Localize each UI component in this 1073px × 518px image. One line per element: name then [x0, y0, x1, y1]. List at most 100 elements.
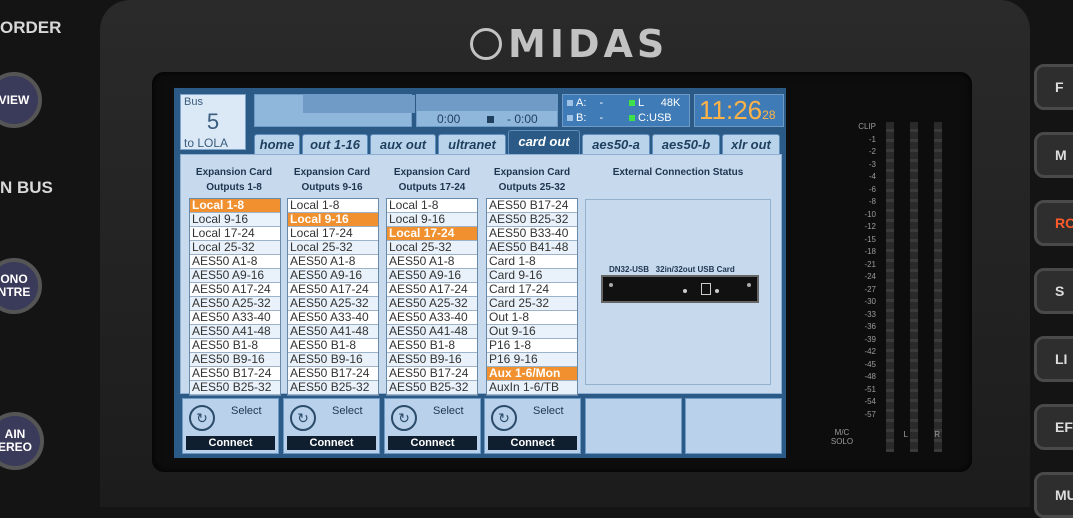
- right-button-5[interactable]: LI: [1034, 336, 1073, 382]
- source-option[interactable]: AES50 B25-32: [190, 381, 280, 395]
- source-option[interactable]: Local 9-16: [387, 213, 477, 227]
- source-option[interactable]: Card 25-32: [487, 297, 577, 311]
- source-option[interactable]: AES50 A41-48: [387, 325, 477, 339]
- source-option[interactable]: AES50 A25-32: [190, 297, 280, 311]
- softkey-4-connect[interactable]: Connect: [488, 436, 577, 450]
- source-option[interactable]: Card 17-24: [487, 283, 577, 297]
- source-option[interactable]: AES50 A1-8: [190, 255, 280, 269]
- source-option[interactable]: AES50 B17-24: [288, 367, 378, 381]
- tab-home[interactable]: home: [254, 134, 300, 154]
- source-option[interactable]: AES50 A25-32: [288, 297, 378, 311]
- tab-ultranet[interactable]: ultranet: [438, 134, 506, 154]
- source-option[interactable]: AES50 B41-48: [487, 241, 577, 255]
- source-option[interactable]: P16 1-8: [487, 339, 577, 353]
- source-list-2[interactable]: Local 1-8 Local 9-16 Local 17-24 Local 25-3…: [287, 198, 379, 396]
- source-option[interactable]: Out 9-16: [487, 325, 577, 339]
- bus-name: to LOLA: [184, 136, 229, 150]
- source-option[interactable]: Card 9-16: [487, 269, 577, 283]
- source-option[interactable]: Out 1-8: [487, 311, 577, 325]
- source-list-4[interactable]: AES50 B17-24 AES50 B25-32 AES50 B33-40 AES5…: [486, 198, 578, 396]
- right-button-4[interactable]: S: [1034, 268, 1073, 314]
- source-option[interactable]: AES50 B17-24: [487, 199, 577, 213]
- source-option[interactable]: P16 9-16: [487, 353, 577, 367]
- source-option[interactable]: AES50 B17-24: [387, 367, 477, 381]
- tab-out-1-16[interactable]: out 1-16: [302, 134, 368, 154]
- softkey-2-connect[interactable]: Connect: [287, 436, 376, 450]
- source-option[interactable]: AES50 A33-40: [387, 311, 477, 325]
- tab-aux-out[interactable]: aux out: [370, 134, 436, 154]
- source-option[interactable]: Local 25-32: [190, 241, 280, 255]
- source-option[interactable]: AES50 B17-24: [190, 367, 280, 381]
- softkey-1-connect[interactable]: Connect: [186, 436, 275, 450]
- source-option[interactable]: AES50 A17-24: [190, 283, 280, 297]
- source-option[interactable]: AES50 A33-40: [288, 311, 378, 325]
- view-button[interactable]: VIEW: [0, 72, 42, 128]
- level-bar-fill: [303, 95, 415, 113]
- softkey-5[interactable]: [585, 398, 682, 454]
- right-button-3[interactable]: RO: [1034, 200, 1073, 246]
- source-option[interactable]: AES50 A1-8: [288, 255, 378, 269]
- softkey-4[interactable]: ↻ Select Connect: [484, 398, 581, 454]
- main-stereo-button[interactable]: AIN EREO: [0, 412, 44, 470]
- source-option[interactable]: Local 17-24: [288, 227, 378, 241]
- source-option[interactable]: AES50 B25-32: [288, 381, 378, 395]
- source-option[interactable]: Local 17-24: [190, 227, 280, 241]
- source-list-3[interactable]: Local 1-8 Local 9-16 Local 17-24 Local 25-3…: [386, 198, 478, 396]
- source-option[interactable]: AES50 A17-24: [288, 283, 378, 297]
- source-option[interactable]: Local 9-16: [288, 213, 378, 227]
- right-button-7[interactable]: MU: [1034, 472, 1073, 518]
- source-option[interactable]: Local 1-8: [190, 199, 280, 213]
- source-option[interactable]: Local 9-16: [190, 213, 280, 227]
- source-option[interactable]: AES50 B9-16: [190, 353, 280, 367]
- source-option[interactable]: AES50 A1-8: [387, 255, 477, 269]
- source-option[interactable]: AES50 A25-32: [387, 297, 477, 311]
- source-option[interactable]: AES50 A9-16: [387, 269, 477, 283]
- io-l-icon: [629, 100, 635, 106]
- source-option[interactable]: Local 25-32: [387, 241, 477, 255]
- source-option[interactable]: AES50 B33-40: [487, 227, 577, 241]
- tab-xlr-out[interactable]: xlr out: [722, 134, 780, 154]
- source-option[interactable]: AES50 B9-16: [387, 353, 477, 367]
- source-option[interactable]: AES50 B1-8: [288, 339, 378, 353]
- source-option[interactable]: AES50 B1-8: [387, 339, 477, 353]
- card-out-panel: Expansion Card Outputs 1-8 Expansion Car…: [180, 154, 782, 396]
- source-option[interactable]: AES50 A9-16: [190, 269, 280, 283]
- source-option[interactable]: AES50 B25-32: [387, 381, 477, 395]
- source-option[interactable]: Local 25-32: [288, 241, 378, 255]
- source-option[interactable]: AES50 A9-16: [288, 269, 378, 283]
- right-button-2[interactable]: M: [1034, 132, 1073, 178]
- softkey-2-select: Select: [332, 405, 363, 417]
- softkey-2[interactable]: ↻ Select Connect: [283, 398, 380, 454]
- source-option[interactable]: AES50 A17-24: [387, 283, 477, 297]
- source-option[interactable]: AuxIn 1-6/TB: [487, 381, 577, 395]
- mono-centre-button[interactable]: ONO NTRE: [0, 258, 42, 314]
- source-option[interactable]: AES50 B25-32: [487, 213, 577, 227]
- source-option[interactable]: Card 1-8: [487, 255, 577, 269]
- source-option[interactable]: AES50 A41-48: [190, 325, 280, 339]
- meter-scale-label: -36: [864, 322, 876, 331]
- source-option[interactable]: Local 1-8: [288, 199, 378, 213]
- source-option[interactable]: AES50 B1-8: [190, 339, 280, 353]
- softkey-3-connect[interactable]: Connect: [388, 436, 477, 450]
- meter-scale-label: -51: [864, 384, 876, 394]
- source-option[interactable]: Local 17-24: [387, 227, 477, 241]
- tab-aes50-b[interactable]: aes50-b: [652, 134, 720, 154]
- logo-emblem-icon: [470, 27, 502, 60]
- softkey-6[interactable]: [685, 398, 782, 454]
- tab-aes50-a[interactable]: aes50-a: [582, 134, 650, 154]
- stop-icon[interactable]: [487, 116, 494, 123]
- right-button-6[interactable]: EF: [1034, 404, 1073, 450]
- softkey-3[interactable]: ↻ Select Connect: [384, 398, 481, 454]
- bus-indicator[interactable]: Bus 5 to LOLA: [180, 94, 246, 150]
- source-option[interactable]: AES50 A41-48: [288, 325, 378, 339]
- tab-card-out[interactable]: card out: [508, 130, 580, 154]
- meter-scale-label: -15: [864, 234, 876, 244]
- source-option[interactable]: Aux 1-6/Mon: [487, 367, 577, 381]
- right-button-1[interactable]: F: [1034, 64, 1073, 110]
- source-option[interactable]: Local 1-8: [387, 199, 477, 213]
- source-list-1[interactable]: Local 1-8 Local 9-16 Local 17-24 Local 25-3…: [189, 198, 281, 396]
- source-option[interactable]: AES50 A33-40: [190, 311, 280, 325]
- meter-scale-label: CLIP: [858, 122, 876, 131]
- softkey-1[interactable]: ↻ Select Connect: [182, 398, 279, 454]
- source-option[interactable]: AES50 B9-16: [288, 353, 378, 367]
